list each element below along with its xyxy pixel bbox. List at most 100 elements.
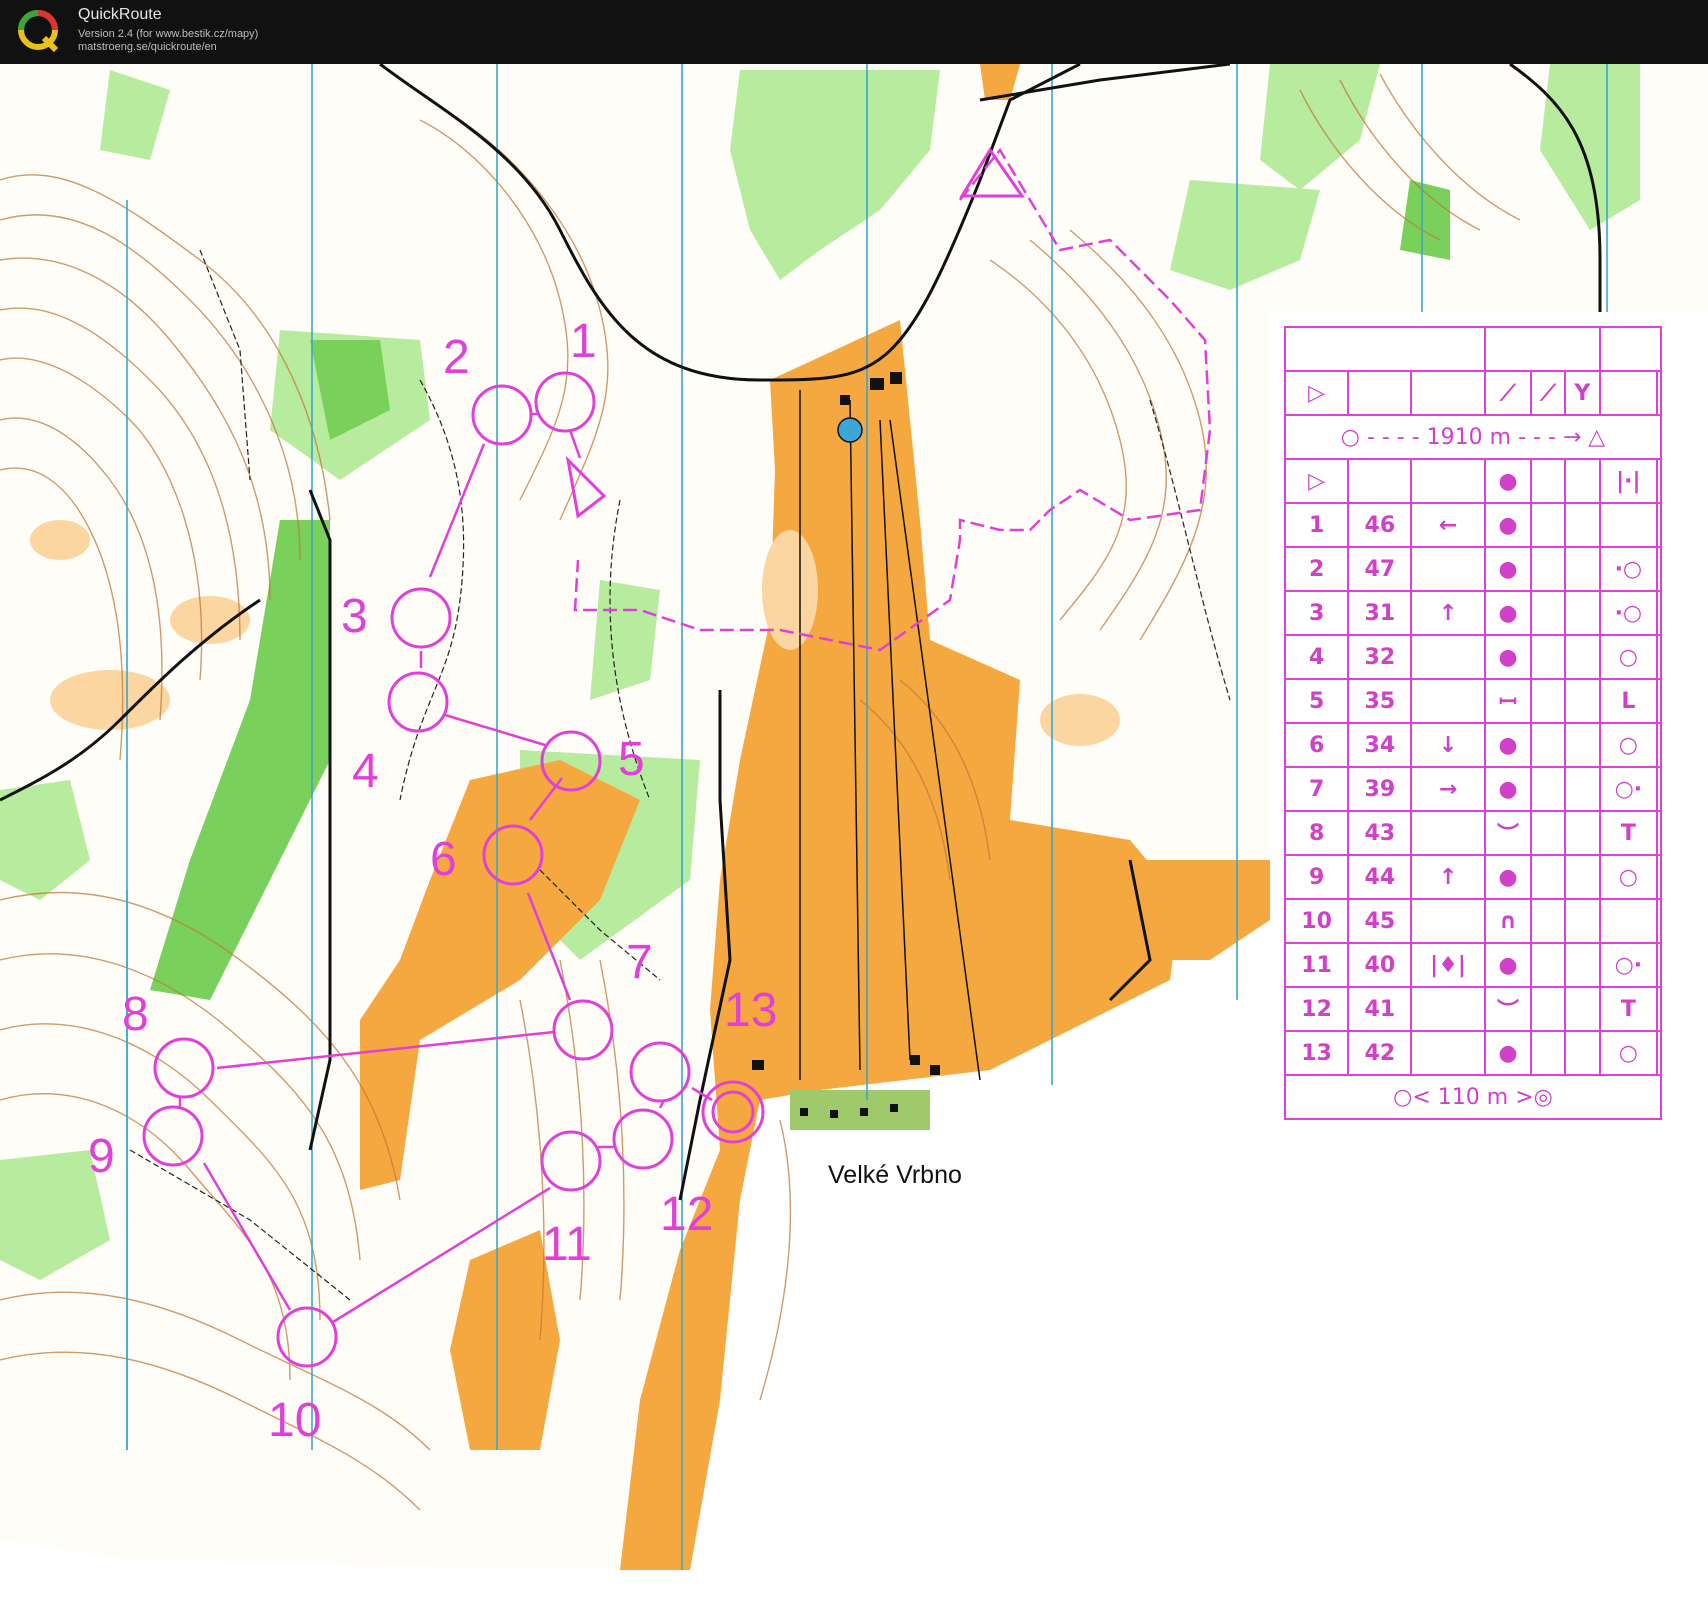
feature-icon: ●	[1483, 1030, 1533, 1076]
control-number: 4	[352, 745, 379, 798]
control-row: 1 46 ← ●	[1283, 502, 1662, 548]
control-row: 11 40 |♦| ● ○·	[1283, 942, 1662, 988]
url-line: matstroeng.se/quickroute/en	[78, 41, 217, 53]
control-number: 1	[570, 315, 597, 368]
start-symbol-icon: ▷	[1283, 370, 1350, 416]
control-code: 41	[1347, 986, 1413, 1032]
title-bar: QuickRoute Version 2.4 (for www.bestik.c…	[0, 0, 1708, 64]
feature-icon: ●	[1483, 590, 1533, 636]
direction-icon	[1410, 898, 1486, 944]
direction-icon	[1410, 546, 1486, 592]
direction-icon	[1410, 1030, 1486, 1076]
control-row: 10 45 ∩	[1283, 898, 1662, 944]
control-number: 3	[341, 590, 368, 643]
control-num: 13	[1283, 1030, 1350, 1076]
location-icon	[1598, 502, 1659, 548]
direction-icon: ↑	[1410, 590, 1486, 636]
control-code: 35	[1347, 678, 1413, 724]
fork-icon: Y	[1563, 370, 1601, 416]
version-line: Version 2.4 (for www.bestik.cz/mapy)	[78, 28, 259, 40]
feature-icon: ●	[1483, 942, 1533, 988]
control-code: 46	[1347, 502, 1413, 548]
place-label: Velké Vrbno	[828, 1161, 962, 1189]
location-icon: ○	[1598, 1030, 1659, 1076]
control-num: 5	[1283, 678, 1350, 724]
control-row: 13 42 ● ○	[1283, 1030, 1662, 1076]
control-row: 4 32 ● ○	[1283, 634, 1662, 680]
control-code: 45	[1347, 898, 1413, 944]
feature-icon: ●	[1483, 546, 1533, 592]
feature-icon: ●	[1483, 722, 1533, 768]
location-icon: ○	[1598, 722, 1659, 768]
control-code: 43	[1347, 810, 1413, 856]
direction-icon: ↑	[1410, 854, 1486, 900]
location-icon: L	[1598, 678, 1659, 724]
dot-feature-icon: ●	[1483, 458, 1533, 504]
control-num: 8	[1283, 810, 1350, 856]
control-num: 10	[1283, 898, 1350, 944]
start-symbol-icon: ▷	[1283, 458, 1350, 504]
direction-icon: ↓	[1410, 722, 1486, 768]
control-num: 3	[1283, 590, 1350, 636]
finish-distance: 110 m	[1437, 1084, 1509, 1110]
location-icon: ○	[1598, 634, 1659, 680]
control-code: 39	[1347, 766, 1413, 812]
control-code: 32	[1347, 634, 1413, 680]
between-icon: |·|	[1598, 458, 1659, 504]
control-code: 31	[1347, 590, 1413, 636]
control-number: 13	[724, 984, 777, 1037]
feature-icon: ●	[1483, 634, 1533, 680]
control-number: 12	[660, 1188, 713, 1241]
control-num: 11	[1283, 942, 1350, 988]
location-icon	[1598, 898, 1659, 944]
control-row: 3 31 ↑ ● ·○	[1283, 590, 1662, 636]
control-number: 6	[430, 833, 457, 886]
control-row: 7 39 → ● ○·	[1283, 766, 1662, 812]
direction-icon	[1410, 986, 1486, 1032]
control-number: 9	[88, 1130, 115, 1183]
feature-icon: ●	[1483, 854, 1533, 900]
location-icon: ○	[1598, 854, 1659, 900]
direction-icon: |♦|	[1410, 942, 1486, 988]
location-icon: ·○	[1598, 546, 1659, 592]
location-icon: ·○	[1598, 590, 1659, 636]
control-row: 8 43 ︶ T	[1283, 810, 1662, 856]
app-title: QuickRoute	[78, 6, 162, 23]
control-row: 6 34 ↓ ● ○	[1283, 722, 1662, 768]
control-row: 2 47 ● ·○	[1283, 546, 1662, 592]
direction-icon: ←	[1410, 502, 1486, 548]
control-num: 12	[1283, 986, 1350, 1032]
control-description-sheet: ▷ ⟋ ⟋ Y ○ - - - - 1910 m - - - → △ ▷ ● |·|…	[1283, 326, 1663, 1120]
location-icon: T	[1598, 986, 1659, 1032]
control-code: 34	[1347, 722, 1413, 768]
feature-icon: ꟷ	[1483, 678, 1533, 724]
direction-icon	[1410, 678, 1486, 724]
course-length-row: ○ - - - - 1910 m - - - → △	[1284, 414, 1662, 460]
control-code: 42	[1347, 1030, 1413, 1076]
control-num: 1	[1283, 502, 1350, 548]
start-row: ▷ ● |·|	[1283, 458, 1662, 504]
feature-icon: ∩	[1483, 898, 1533, 944]
control-code: 47	[1347, 546, 1413, 592]
feature-icon: ●	[1483, 766, 1533, 812]
control-row: 12 41 ︶ T	[1283, 986, 1662, 1032]
header-row	[1284, 326, 1663, 372]
control-num: 6	[1283, 722, 1350, 768]
course-length: 1910 m	[1426, 424, 1512, 450]
finish-row: ○< 110 m >◎	[1284, 1074, 1662, 1120]
app-subtitle: Version 2.4 (for www.bestik.cz/mapy) mat…	[78, 28, 258, 54]
control-number: 7	[626, 936, 653, 989]
control-number: 5	[618, 733, 645, 786]
control-row: 9 44 ↑ ● ○	[1283, 854, 1662, 900]
feature-icon: ︶	[1483, 810, 1533, 856]
feature-icon: ●	[1483, 502, 1533, 548]
control-num: 4	[1283, 634, 1350, 680]
location-icon: T	[1598, 810, 1659, 856]
control-num: 9	[1283, 854, 1350, 900]
control-number: 11	[542, 1218, 592, 1271]
slash-icon: ⟋	[1483, 370, 1533, 416]
slash-icon: ⟋	[1530, 370, 1566, 416]
control-number: 10	[268, 1394, 321, 1447]
control-num: 2	[1283, 546, 1350, 592]
control-number: 2	[443, 331, 470, 384]
